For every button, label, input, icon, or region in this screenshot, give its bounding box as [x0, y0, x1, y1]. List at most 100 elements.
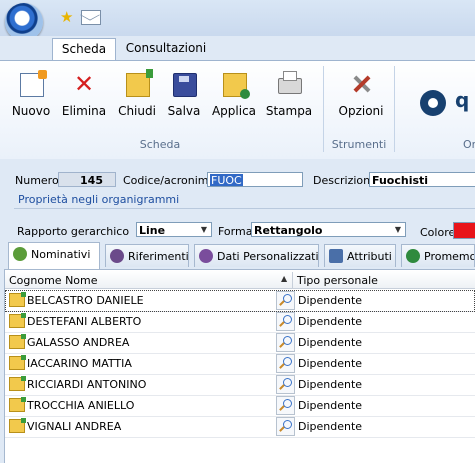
applica-button[interactable]: Applica	[209, 70, 259, 124]
cognome-nome-cell: TROCCHIA ANIELLO	[27, 399, 135, 412]
search-icon[interactable]	[276, 333, 295, 352]
folder-icon	[9, 313, 26, 328]
search-icon[interactable]	[276, 417, 295, 436]
apply-icon	[223, 73, 250, 99]
opzioni-button[interactable]: Opzioni	[336, 70, 386, 124]
tipo-personale-cell: Dipendente	[298, 357, 363, 370]
tipo-personale-cell: Dipendente	[298, 378, 363, 391]
chiudi-button[interactable]: Chiudi	[112, 69, 162, 124]
opzioni-label: Opzioni	[338, 104, 384, 118]
tab-nominativi-label: Nominativi	[31, 248, 91, 261]
custom-data-icon	[199, 249, 213, 263]
reminder-icon	[406, 249, 420, 263]
tab-attributi-label: Attributi	[347, 250, 392, 263]
elimina-label: Elimina	[61, 104, 107, 118]
group-label-strumenti: Strumenti	[331, 138, 387, 151]
cognome-nome-cell: DESTEFANI ALBERTO	[27, 315, 142, 328]
group-label-scheda: Scheda	[139, 138, 181, 151]
tipo-personale-cell: Dipendente	[298, 294, 363, 307]
salva-button[interactable]: Salva	[159, 70, 209, 124]
numero-label: Numero	[15, 174, 59, 187]
table-row[interactable]: DESTEFANI ALBERTO Dipendente	[5, 311, 475, 333]
cognome-nome-cell: IACCARINO MATTIA	[27, 357, 132, 370]
tab-dati-personalizzati-label: Dati Personalizzati	[217, 250, 319, 263]
group-label-truncated: Or	[463, 138, 475, 151]
codice-input[interactable]: FUOC	[207, 172, 303, 187]
search-icon[interactable]	[276, 375, 295, 394]
tab-scheda[interactable]: Scheda	[52, 38, 116, 61]
search-icon[interactable]	[276, 291, 295, 310]
stampa-button[interactable]: Stampa	[264, 70, 314, 124]
rapporto-value: Line	[139, 224, 166, 237]
cognome-nome-cell: VIGNALI ANDREA	[27, 420, 122, 433]
table-row[interactable]: IACCARINO MATTIA Dipendente	[5, 353, 475, 375]
ribbon-group-separator	[394, 66, 395, 152]
tab-attributi[interactable]: Attributi	[324, 244, 396, 267]
tipo-personale-cell: Dipendente	[298, 420, 363, 433]
forma-select[interactable]: Rettangolo ▼	[251, 222, 406, 237]
descrizione-label: Descrizione	[313, 174, 377, 187]
rapporto-select[interactable]: Line ▼	[136, 222, 212, 237]
table-row[interactable]: VIGNALI ANDREA Dipendente	[5, 416, 475, 438]
salva-label: Salva	[167, 104, 201, 118]
cognome-nome-cell: BELCASTRO DANIELE	[27, 294, 144, 307]
folder-icon	[9, 418, 26, 433]
search-icon[interactable]	[276, 312, 295, 331]
tab-dati-personalizzati[interactable]: Dati Personalizzati	[194, 244, 319, 267]
rapporto-label: Rapporto gerarchico	[17, 225, 130, 238]
print-icon	[278, 71, 302, 94]
cognome-nome-cell: RICCIARDI ANTONINO	[27, 378, 147, 391]
tab-consultazioni[interactable]: Consultazioni	[120, 38, 212, 60]
nuovo-label: Nuovo	[11, 104, 51, 118]
colore-label: Colore	[420, 226, 456, 239]
table-row[interactable]: RICCIARDI ANTONINO Dipendente	[5, 374, 475, 396]
folder-icon	[9, 397, 26, 412]
folder-icon	[9, 334, 26, 349]
proprieta-organigrammi-link[interactable]: Proprietà negli organigrammi	[18, 193, 179, 206]
tipo-personale-cell: Dipendente	[298, 399, 363, 412]
star-icon[interactable]: ★	[60, 9, 76, 25]
save-icon	[173, 73, 197, 97]
column-header-tipo-personale[interactable]: Tipo personale	[297, 274, 378, 287]
table-row[interactable]: GALASSO ANDREA Dipendente	[5, 332, 475, 354]
descrizione-input[interactable]: Fuochisti	[369, 172, 475, 187]
cognome-nome-cell: GALASSO ANDREA	[27, 336, 130, 349]
nuovo-button[interactable]: Nuovo	[6, 70, 56, 124]
tipo-personale-cell: Dipendente	[298, 336, 363, 349]
table-row[interactable]: TROCCHIA ANIELLO Dipendente	[5, 395, 475, 417]
tab-promemoria-label: Promemoria	[424, 250, 475, 263]
attributes-icon	[329, 249, 343, 263]
folder-icon	[9, 376, 26, 391]
colore-swatch[interactable]	[453, 222, 475, 239]
column-divider[interactable]	[292, 272, 293, 288]
tab-nominativi[interactable]: Nominativi	[8, 242, 100, 269]
people-icon	[13, 247, 27, 261]
forma-value: Rettangolo	[254, 224, 323, 237]
search-icon[interactable]	[276, 354, 295, 373]
search-icon[interactable]	[276, 396, 295, 415]
numero-field: 145	[58, 172, 116, 187]
chevron-down-icon[interactable]: ▼	[198, 224, 210, 235]
chiudi-label: Chiudi	[118, 104, 156, 118]
sort-ascending-icon: ▲	[281, 274, 288, 283]
tab-riferimenti[interactable]: Riferimenti	[105, 244, 189, 267]
folder-icon	[9, 292, 26, 307]
delete-icon: ✕	[73, 70, 95, 98]
new-record-icon	[20, 70, 47, 97]
tools-icon	[350, 73, 372, 95]
forma-label: Forma	[218, 225, 253, 238]
mail-icon[interactable]	[81, 10, 101, 25]
logo-letter: q	[455, 88, 470, 112]
q-logo-icon	[420, 90, 446, 116]
stampa-label: Stampa	[265, 104, 313, 118]
tipo-personale-cell: Dipendente	[298, 315, 363, 328]
table-row[interactable]: BELCASTRO DANIELE Dipendente	[5, 290, 475, 312]
tab-promemoria[interactable]: Promemoria	[401, 244, 475, 267]
chevron-down-icon[interactable]: ▼	[392, 224, 404, 235]
tab-riferimenti-label: Riferimenti	[128, 250, 189, 263]
column-header-cognome-nome[interactable]: Cognome Nome	[9, 274, 98, 287]
elimina-button[interactable]: ✕ Elimina	[59, 70, 109, 124]
links-icon	[110, 249, 124, 263]
close-folder-icon	[126, 69, 153, 97]
applica-label: Applica	[211, 104, 257, 118]
